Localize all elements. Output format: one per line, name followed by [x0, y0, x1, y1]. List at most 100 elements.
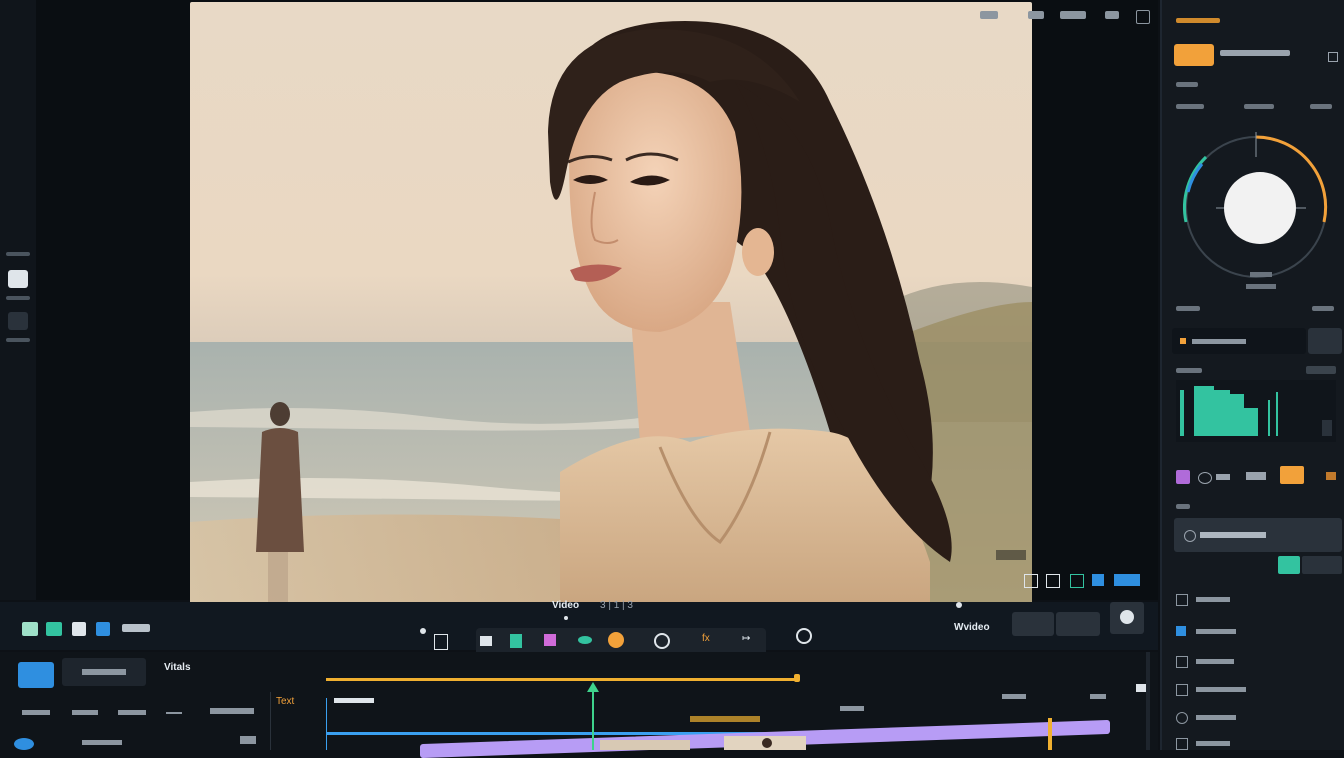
tool-icon[interactable] — [1028, 11, 1044, 19]
fullscreen-icon[interactable] — [1136, 10, 1150, 24]
clip-label — [334, 698, 374, 703]
tool-icon[interactable] — [1216, 474, 1230, 480]
reset-button[interactable] — [1302, 556, 1342, 574]
minus-icon[interactable] — [166, 712, 182, 714]
clip-icon[interactable] — [434, 634, 448, 650]
tool-label — [6, 338, 30, 342]
mode-button[interactable] — [1174, 44, 1214, 66]
color-icon[interactable] — [544, 634, 556, 646]
track-tab[interactable] — [118, 710, 146, 715]
flag-icon[interactable] — [510, 634, 522, 648]
flag-icon[interactable] — [1070, 574, 1084, 588]
aspect-icon[interactable] — [1046, 574, 1060, 588]
layer-icon[interactable] — [1092, 574, 1104, 586]
histogram-chart — [1176, 380, 1336, 442]
panel-title — [1176, 18, 1220, 23]
track-marker — [1002, 694, 1026, 699]
color-wheel-dial[interactable] — [1176, 112, 1336, 302]
marker-line — [1048, 718, 1052, 750]
settings-icon[interactable] — [1105, 11, 1119, 19]
section-label — [1176, 504, 1190, 509]
circle-icon[interactable] — [1198, 472, 1212, 484]
watermark-label: Wvideo — [954, 622, 990, 633]
playhead-handle[interactable] — [587, 682, 599, 692]
list-item[interactable] — [1196, 741, 1230, 746]
tool-label: Vitals — [164, 662, 191, 673]
purple-swatch[interactable] — [1176, 470, 1190, 484]
layer-toggle[interactable] — [1114, 574, 1140, 586]
tool-icon[interactable] — [980, 11, 998, 19]
track-start-marker — [326, 698, 327, 750]
square-tool-icon[interactable] — [8, 270, 28, 288]
avatar[interactable] — [14, 738, 34, 750]
list-item[interactable] — [1196, 687, 1246, 692]
effect-label — [1192, 339, 1246, 344]
section-label — [1244, 104, 1274, 109]
clip-thumbnail[interactable] — [724, 736, 806, 750]
list-item[interactable] — [1196, 629, 1236, 634]
next-button[interactable]: ↦ — [742, 633, 750, 644]
text-icon[interactable] — [480, 636, 492, 646]
track-name: Text — [276, 696, 295, 707]
preset-card[interactable] — [1174, 518, 1342, 552]
list-item-icon — [1176, 712, 1188, 724]
text-tool-icon[interactable] — [8, 312, 28, 330]
grid-icon[interactable] — [22, 622, 38, 636]
tool-icon[interactable] — [1060, 11, 1086, 19]
tool-icon[interactable] — [1246, 472, 1266, 480]
render-button[interactable] — [1110, 602, 1144, 634]
track-end-handle[interactable] — [794, 674, 800, 682]
cube-icon[interactable] — [96, 622, 110, 636]
mode-label — [1220, 50, 1290, 56]
speed-icon[interactable] — [578, 636, 592, 644]
timeline-scrollbar[interactable] — [1146, 652, 1150, 750]
track-tab[interactable] — [22, 710, 50, 715]
preset-icon — [1184, 530, 1196, 542]
track-toggle[interactable] — [1136, 684, 1146, 692]
close-icon[interactable] — [1328, 52, 1338, 62]
track-tab[interactable] — [210, 708, 254, 714]
arrow-icon[interactable] — [1326, 472, 1336, 480]
section-label — [1310, 104, 1332, 109]
lock-icon[interactable] — [240, 736, 256, 744]
video-preview[interactable] — [190, 2, 1032, 606]
effect-icon — [1180, 338, 1186, 344]
export-option-button[interactable] — [1012, 612, 1054, 636]
tool-icon[interactable] — [8, 220, 28, 238]
crop-icon[interactable] — [1024, 574, 1038, 588]
track-selector[interactable] — [62, 658, 146, 686]
out-point-marker[interactable] — [956, 602, 962, 608]
list-item[interactable] — [1196, 597, 1230, 602]
section-toggle[interactable] — [1306, 366, 1336, 374]
track-tab[interactable] — [72, 710, 98, 715]
effect-select[interactable] — [1172, 328, 1306, 354]
frame-icon[interactable] — [72, 622, 86, 636]
list-item-icon — [1176, 684, 1188, 696]
track-marker — [840, 706, 864, 711]
loop-icon[interactable] — [654, 633, 670, 649]
marker-icon[interactable] — [796, 628, 812, 644]
scrub-dot[interactable] — [564, 616, 568, 620]
export-option-button[interactable] — [1056, 612, 1100, 636]
audio-track-bar[interactable] — [326, 678, 798, 681]
list-icon[interactable] — [46, 622, 62, 636]
clip-title — [690, 716, 760, 722]
clip-thumbnail[interactable] — [600, 740, 690, 750]
tool-label — [6, 252, 30, 256]
thumbnail-face — [762, 738, 772, 748]
section-label — [1176, 306, 1200, 311]
list-item[interactable] — [1196, 715, 1236, 720]
list-item[interactable] — [1196, 659, 1234, 664]
track-selector-label — [82, 669, 126, 675]
preview-top-toolbar — [960, 4, 1155, 26]
section-label — [1176, 368, 1202, 373]
in-point-marker[interactable] — [420, 628, 426, 634]
play-tab[interactable] — [18, 662, 54, 688]
record-button[interactable] — [608, 632, 624, 648]
effect-toggle-button[interactable] — [1308, 328, 1342, 354]
effects-button[interactable]: fx — [702, 633, 710, 644]
timeline: Vitals Text — [0, 652, 1158, 758]
playhead[interactable] — [592, 684, 594, 750]
active-tool-button[interactable] — [1280, 466, 1304, 484]
apply-button[interactable] — [1278, 556, 1300, 574]
